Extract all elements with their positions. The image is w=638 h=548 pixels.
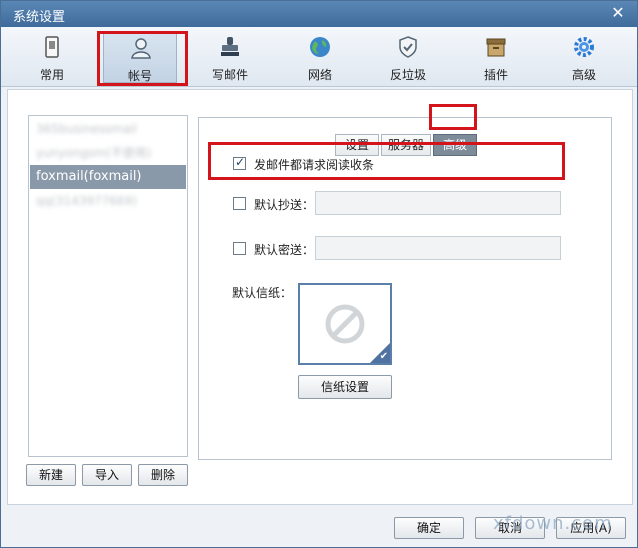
ok-button[interactable]: 确定	[394, 517, 464, 539]
account-settings-panel: 设置 服务器 高级 发邮件都请求阅读收条 默认抄送： 默认密送： 默认信纸： ✔…	[198, 117, 612, 460]
stationery-preview[interactable]: ✔	[298, 283, 392, 365]
user-icon	[131, 38, 151, 59]
cancel-button[interactable]: 取消	[475, 517, 545, 539]
phone-icon	[45, 36, 59, 58]
toolbar-label: 网络	[307, 68, 332, 82]
account-list[interactable]: 365businessmail yunyongsm(不使用) foxmail(f…	[28, 115, 188, 457]
toolbar-item-compose[interactable]: 写邮件	[193, 31, 267, 83]
no-stationery-icon	[325, 304, 365, 344]
box-icon	[486, 38, 506, 57]
dialog-footer: 确定 取消 应用(A)	[1, 506, 637, 547]
toolbar-label: 写邮件	[211, 68, 248, 82]
default-bcc-label: 默认密送：	[254, 243, 315, 257]
read-receipt-label: 发邮件都请求阅读收条	[254, 158, 375, 172]
shield-icon	[399, 36, 417, 58]
globe-icon	[310, 37, 330, 57]
toolbar-item-plugins[interactable]: 插件	[459, 31, 533, 83]
window-title: 系统设置	[13, 10, 66, 25]
toolbar-label: 反垃圾	[389, 68, 426, 82]
content-area: 365businessmail yunyongsm(不使用) foxmail(f…	[7, 89, 633, 505]
category-toolbar: 常用 帐号 写邮件 网络 反垃圾 插件 高级	[1, 27, 637, 87]
delete-account-button[interactable]: 删除	[138, 464, 188, 486]
toolbar-label: 高级	[571, 68, 596, 82]
default-bcc-checkbox[interactable]	[233, 242, 246, 255]
toolbar-item-advanced[interactable]: 高级	[547, 31, 621, 83]
default-cc-checkbox[interactable]	[233, 197, 246, 210]
gear-icon	[574, 37, 594, 57]
stamp-icon	[221, 37, 239, 56]
apply-button[interactable]: 应用(A)	[556, 517, 626, 539]
toolbar-label: 插件	[483, 68, 508, 82]
default-bcc-input[interactable]	[315, 236, 561, 260]
account-item-selected[interactable]: foxmail(foxmail)	[30, 165, 186, 189]
toolbar-label: 帐号	[127, 69, 152, 83]
tab-advanced[interactable]: 高级	[433, 134, 477, 156]
toolbar-item-account[interactable]: 帐号	[103, 31, 177, 83]
title-bar: 系统设置 ✕	[1, 1, 637, 27]
account-item[interactable]: qq(3143977669)	[30, 189, 186, 213]
check-icon: ✔	[379, 351, 388, 362]
account-item[interactable]: yunyongsm(不使用)	[30, 141, 186, 165]
toolbar-item-general[interactable]: 常用	[15, 31, 89, 83]
toolbar-item-antispam[interactable]: 反垃圾	[371, 31, 445, 83]
close-icon[interactable]: ✕	[609, 4, 627, 22]
stationery-settings-button[interactable]: 信纸设置	[298, 375, 392, 399]
new-account-button[interactable]: 新建	[26, 464, 76, 486]
default-cc-label: 默认抄送：	[254, 198, 315, 212]
import-account-button[interactable]: 导入	[82, 464, 132, 486]
read-receipt-checkbox[interactable]	[233, 155, 246, 170]
tab-settings[interactable]: 设置	[335, 134, 379, 156]
toolbar-item-network[interactable]: 网络	[283, 31, 357, 83]
tab-server[interactable]: 服务器	[381, 134, 431, 156]
default-stationery-label: 默认信纸：	[232, 286, 293, 300]
default-cc-input[interactable]	[315, 191, 561, 215]
settings-window: 系统设置 ✕ 常用 帐号 写邮件 网络 反垃圾 插件 高级 365busines…	[0, 0, 638, 548]
account-item[interactable]: 365businessmail	[30, 117, 186, 141]
toolbar-label: 常用	[39, 68, 64, 82]
